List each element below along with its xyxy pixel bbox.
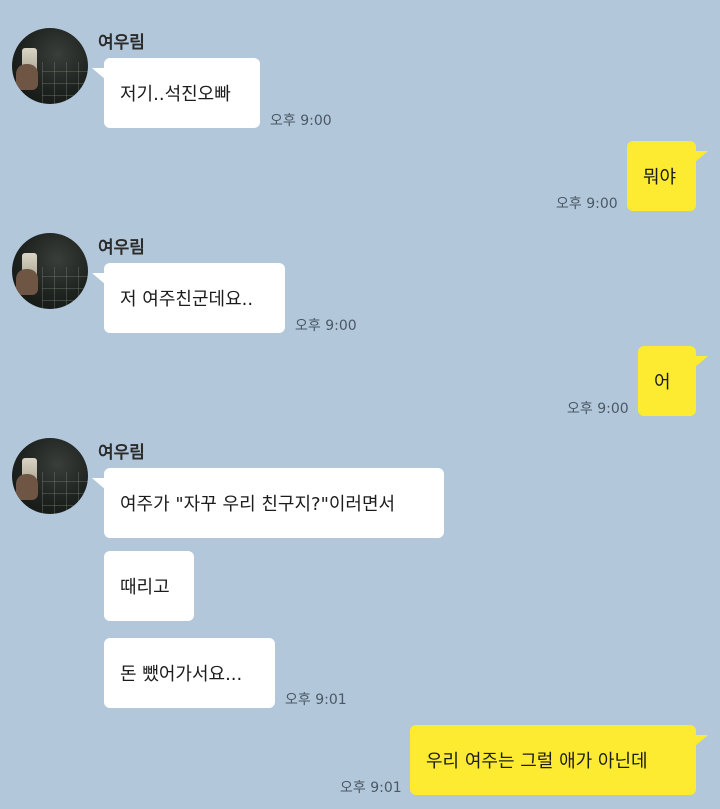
avatar-pattern bbox=[42, 62, 88, 104]
incoming-message[interactable]: 돈 뺐어가서요... bbox=[104, 638, 275, 708]
message-time: 오후 9:00 bbox=[556, 196, 618, 212]
message-time: 오후 9:00 bbox=[270, 113, 332, 129]
message-time: 오후 9:01 bbox=[285, 692, 347, 708]
incoming-message[interactable]: 때리고 bbox=[104, 551, 194, 621]
avatar-pattern bbox=[42, 267, 88, 309]
outgoing-message[interactable]: 뭐야 bbox=[627, 141, 708, 211]
sender-avatar[interactable] bbox=[12, 438, 88, 514]
sender-avatar[interactable] bbox=[12, 233, 88, 309]
avatar-hand-shape bbox=[16, 269, 38, 295]
avatar-hand-shape bbox=[16, 64, 38, 90]
message-time: 오후 9:01 bbox=[340, 780, 402, 796]
sender-avatar[interactable] bbox=[12, 28, 88, 104]
sender-name: 여우림 bbox=[98, 443, 145, 463]
outgoing-message[interactable]: 어 bbox=[638, 346, 708, 416]
message-time: 오후 9:00 bbox=[295, 318, 357, 334]
outgoing-message[interactable]: 우리 여주는 그럴 애가 아닌데 bbox=[410, 725, 708, 795]
message-time: 오후 9:00 bbox=[567, 401, 629, 417]
avatar-pattern bbox=[42, 472, 88, 514]
sender-name: 여우림 bbox=[98, 238, 145, 258]
incoming-message[interactable]: 저 여주친군데요.. bbox=[92, 263, 285, 333]
avatar-hand-shape bbox=[16, 474, 38, 500]
incoming-message[interactable]: 여주가 "자꾸 우리 친구지?"이러면서 bbox=[92, 468, 444, 538]
sender-name: 여우림 bbox=[98, 33, 145, 53]
incoming-message[interactable]: 저기..석진오빠 bbox=[92, 58, 260, 128]
